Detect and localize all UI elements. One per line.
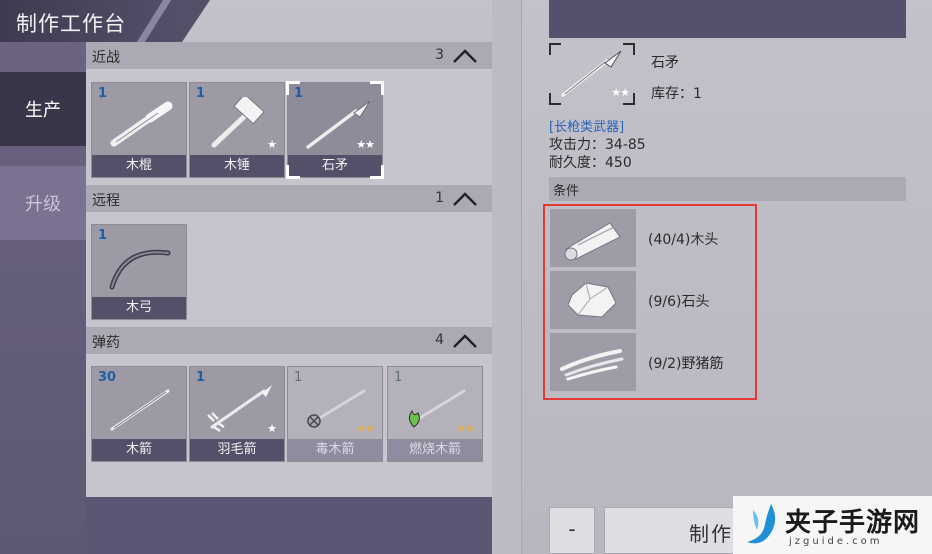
item-stars: ★ bbox=[267, 138, 277, 151]
item-stars: ★ bbox=[267, 422, 277, 435]
panel-divider bbox=[492, 0, 522, 554]
title-stripe bbox=[136, 0, 172, 42]
recipe-slot-wooden-bow[interactable]: 1 木弓 bbox=[91, 224, 187, 320]
item-stars: ★★ bbox=[356, 422, 375, 435]
watermark-domain: jzguide.com bbox=[789, 536, 883, 547]
section-label: 远程 bbox=[92, 193, 120, 209]
watermark-text: 夹子手游网 bbox=[785, 508, 921, 538]
wooden-arrow-icon bbox=[110, 389, 170, 431]
recipe-slot-fire-arrow[interactable]: 1 ★★ 燃烧木箭 bbox=[387, 366, 483, 462]
detail-header-bar bbox=[549, 0, 906, 38]
tab-upgrade[interactable]: 升级 bbox=[0, 166, 86, 240]
selection-corner bbox=[370, 165, 384, 179]
craft-button-label: 制作 bbox=[689, 522, 733, 546]
recipe-slot-wooden-hammer[interactable]: 1 ★ 木锤 bbox=[189, 82, 285, 178]
wooden-bow-icon bbox=[109, 249, 171, 290]
item-name: 燃烧木箭 bbox=[388, 439, 482, 461]
crafting-screen: 制作工作台 生产 升级 近战 3 1 木棍 1 ★ 木锤 1 ★★ 石矛 远程 … bbox=[0, 0, 932, 554]
recipe-slot-wooden-arrow[interactable]: 30 木箭 bbox=[91, 366, 187, 462]
chevron-up-icon[interactable] bbox=[452, 191, 478, 207]
section-label: 近战 bbox=[92, 50, 120, 66]
recipe-slot-feather-arrow[interactable]: 1 ★ 羽毛箭 bbox=[189, 366, 285, 462]
detail-weapon-type: [长枪类武器] bbox=[549, 120, 625, 135]
wooden-hammer-icon bbox=[211, 97, 265, 148]
site-watermark: 夹子手游网 jzguide.com bbox=[733, 496, 932, 554]
section-header-ranged[interactable]: 远程 1 bbox=[86, 185, 492, 213]
item-stars: ★★ bbox=[356, 138, 375, 151]
page-title: 制作工作台 bbox=[16, 12, 126, 36]
selection-corner bbox=[370, 81, 384, 95]
feather-arrow-icon bbox=[207, 385, 272, 433]
decrease-quantity-button[interactable]: - bbox=[549, 507, 595, 554]
chevron-up-icon[interactable] bbox=[452, 48, 478, 64]
detail-stock: 库存：1 bbox=[651, 86, 702, 102]
section-label: 弹药 bbox=[92, 335, 120, 351]
recipe-list-footer bbox=[86, 497, 492, 554]
item-stars: ★★ bbox=[611, 86, 630, 99]
detail-durability: 耐久度：450 bbox=[549, 155, 632, 171]
item-name: 毒木箭 bbox=[288, 439, 382, 461]
item-name: 羽毛箭 bbox=[190, 439, 284, 461]
item-name: 木锤 bbox=[190, 155, 284, 177]
section-header-ammo[interactable]: 弹药 4 bbox=[86, 327, 492, 355]
item-name: 木箭 bbox=[92, 439, 186, 461]
detail-item-name: 石矛 bbox=[651, 55, 679, 71]
recipe-slot-poison-arrow[interactable]: 1 ★★ 毒木箭 bbox=[287, 366, 383, 462]
item-stars: ★★ bbox=[456, 422, 475, 435]
chevron-up-icon[interactable] bbox=[452, 333, 478, 349]
conditions-header: 条件 bbox=[549, 177, 906, 201]
recipe-slot-wooden-stick[interactable]: 1 木棍 bbox=[91, 82, 187, 178]
recipe-slot-stone-spear[interactable]: 1 ★★ 石矛 bbox=[286, 81, 384, 179]
item-name: 木棍 bbox=[92, 155, 186, 177]
tab-production[interactable]: 生产 bbox=[0, 72, 86, 146]
selection-corner bbox=[286, 81, 300, 95]
tab-column: 生产 升级 bbox=[0, 42, 86, 554]
item-name: 木弓 bbox=[92, 297, 186, 319]
detail-attack: 攻击力：34-85 bbox=[549, 137, 646, 153]
title-bar: 制作工作台 bbox=[0, 0, 210, 42]
section-count: 1 bbox=[435, 190, 444, 206]
section-count: 4 bbox=[435, 332, 444, 348]
item-name: 石矛 bbox=[288, 155, 382, 177]
section-header-melee[interactable]: 近战 3 bbox=[86, 42, 492, 70]
site-logo-icon bbox=[747, 504, 776, 544]
section-count: 3 bbox=[435, 47, 444, 63]
wooden-stick-icon bbox=[110, 101, 173, 147]
selection-corner bbox=[286, 165, 300, 179]
materials-highlight-box bbox=[543, 204, 757, 400]
conditions-label: 条件 bbox=[553, 184, 580, 199]
selected-item-preview: ★★ bbox=[549, 43, 635, 105]
